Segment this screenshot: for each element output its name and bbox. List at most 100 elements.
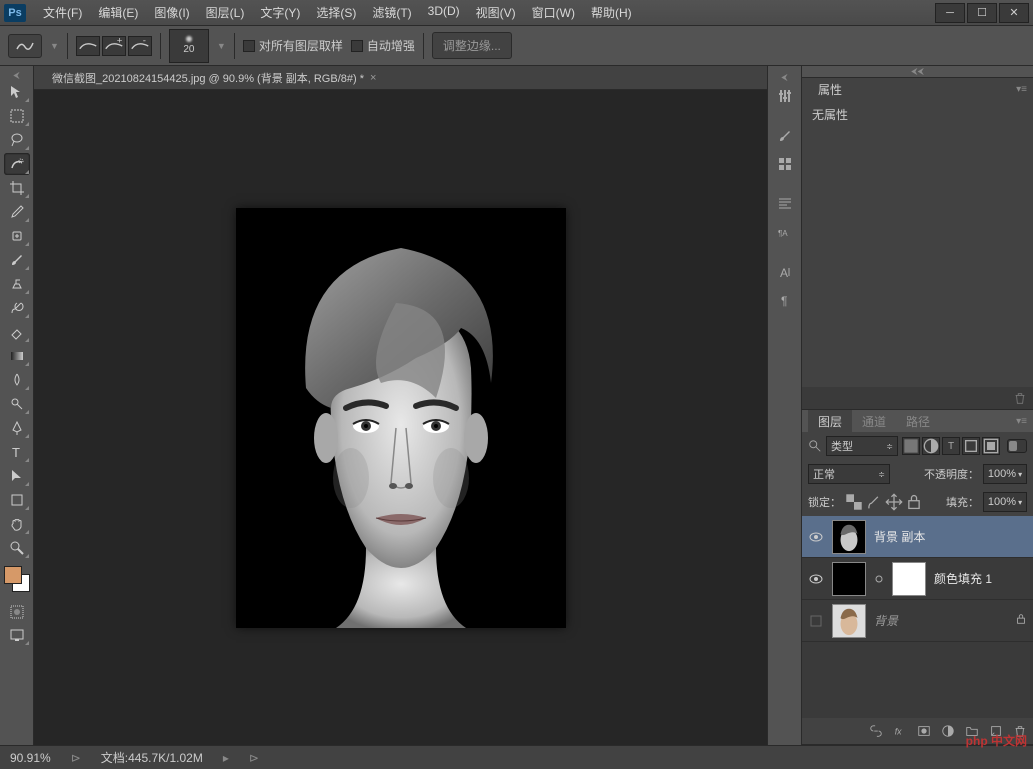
close-icon[interactable]: ×: [370, 72, 376, 84]
properties-tab[interactable]: 属性: [808, 78, 852, 101]
lock-image-icon[interactable]: [865, 493, 883, 511]
menu-select[interactable]: 选择(S): [309, 2, 363, 23]
move-tool[interactable]: [4, 81, 30, 103]
history-brush-tool[interactable]: [4, 297, 30, 319]
pen-tool[interactable]: [4, 417, 30, 439]
status-handle-icon[interactable]: ⊳: [71, 751, 81, 765]
adjustment-layer-icon[interactable]: [941, 724, 955, 738]
fill-input[interactable]: 100% ▾: [983, 492, 1027, 512]
canvas-document[interactable]: [236, 208, 566, 628]
close-button[interactable]: ✕: [999, 3, 1029, 23]
filter-kind-select[interactable]: 类型 ≑: [826, 436, 898, 456]
toolbox-collapse[interactable]: ⮜: [0, 70, 33, 80]
channels-tab[interactable]: 通道: [852, 410, 896, 433]
mask-thumbnail[interactable]: [892, 562, 926, 596]
minimize-button[interactable]: ─: [935, 3, 965, 23]
panel-menu-icon[interactable]: ▾≡: [1016, 84, 1027, 95]
zoom-tool[interactable]: [4, 537, 30, 559]
crop-tool[interactable]: [4, 177, 30, 199]
menu-layer[interactable]: 图层(L): [199, 2, 252, 23]
filter-pixel-icon[interactable]: [902, 437, 920, 455]
gradient-tool[interactable]: [4, 345, 30, 367]
shape-tool[interactable]: [4, 489, 30, 511]
layers-tab[interactable]: 图层: [808, 410, 852, 433]
brush-presets-panel-icon[interactable]: [772, 152, 798, 176]
blend-mode-select[interactable]: 正常 ≑: [808, 464, 890, 484]
clone-stamp-tool[interactable]: [4, 273, 30, 295]
auto-enhance-checkbox[interactable]: 自动增强: [351, 37, 415, 54]
tool-preset-picker[interactable]: [8, 34, 42, 58]
canvas-viewport[interactable]: [34, 90, 767, 745]
zoom-level[interactable]: 90.91%: [10, 751, 51, 765]
menu-image[interactable]: 图像(I): [147, 2, 196, 23]
panels-collapse[interactable]: ⮜⮜: [802, 66, 1033, 78]
refine-edge-button[interactable]: 调整边缘...: [432, 32, 512, 59]
brush-tool[interactable]: [4, 249, 30, 271]
blur-tool[interactable]: [4, 369, 30, 391]
new-selection-button[interactable]: [76, 36, 100, 56]
dropdown-icon[interactable]: ▼: [50, 41, 59, 51]
eyedropper-tool[interactable]: [4, 201, 30, 223]
status-handle-icon[interactable]: ▸: [223, 751, 229, 765]
lock-all-icon[interactable]: [905, 493, 923, 511]
status-handle-icon[interactable]: ⊳: [249, 751, 259, 765]
layer-thumbnail[interactable]: [832, 520, 866, 554]
foreground-color[interactable]: [4, 566, 22, 584]
eraser-tool[interactable]: [4, 321, 30, 343]
layer-row[interactable]: 背景 副本: [802, 516, 1033, 558]
lasso-tool[interactable]: [4, 129, 30, 151]
path-selection-tool[interactable]: [4, 465, 30, 487]
text-tool[interactable]: T: [4, 441, 30, 463]
menu-type[interactable]: 文字(Y): [253, 2, 307, 23]
adjustments-panel-icon[interactable]: [772, 84, 798, 108]
document-tab[interactable]: 微信截图_20210824154425.jpg @ 90.9% (背景 副本, …: [44, 66, 384, 90]
quick-selection-tool[interactable]: [4, 153, 30, 175]
lock-transparency-icon[interactable]: [845, 493, 863, 511]
menu-view[interactable]: 视图(V): [469, 2, 523, 23]
layer-thumbnail[interactable]: [832, 604, 866, 638]
filter-toggle[interactable]: [1007, 439, 1027, 453]
menu-3d[interactable]: 3D(D): [421, 2, 467, 23]
lock-position-icon[interactable]: [885, 493, 903, 511]
menu-help[interactable]: 帮助(H): [584, 2, 639, 23]
brush-size-picker[interactable]: 20: [169, 29, 209, 63]
sample-all-layers-checkbox[interactable]: 对所有图层取样: [243, 37, 343, 54]
maximize-button[interactable]: ☐: [967, 3, 997, 23]
filter-text-icon[interactable]: T: [942, 437, 960, 455]
visibility-toggle[interactable]: [808, 613, 824, 629]
menu-window[interactable]: 窗口(W): [525, 2, 582, 23]
paragraph-panel-icon[interactable]: [772, 192, 798, 216]
add-selection-button[interactable]: +: [102, 36, 126, 56]
layer-mask-icon[interactable]: [917, 724, 931, 738]
layer-row[interactable]: 背景: [802, 600, 1033, 642]
marquee-tool[interactable]: [4, 105, 30, 127]
opacity-input[interactable]: 100% ▾: [983, 464, 1027, 484]
character-panel-icon[interactable]: A: [772, 260, 798, 284]
character-styles-panel-icon[interactable]: ¶A: [772, 220, 798, 244]
dodge-tool[interactable]: [4, 393, 30, 415]
filter-adjustment-icon[interactable]: [922, 437, 940, 455]
link-layers-icon[interactable]: [869, 724, 883, 738]
subtract-selection-button[interactable]: -: [128, 36, 152, 56]
quick-mask-tool[interactable]: [4, 601, 30, 623]
paths-tab[interactable]: 路径: [896, 410, 940, 433]
brush-panel-icon[interactable]: [772, 124, 798, 148]
filter-smart-icon[interactable]: [982, 437, 1000, 455]
panel-menu-icon[interactable]: ▾≡: [1016, 416, 1027, 427]
healing-brush-tool[interactable]: [4, 225, 30, 247]
dropdown-icon[interactable]: ▼: [217, 41, 226, 51]
paragraph-styles-panel-icon[interactable]: ¶: [772, 288, 798, 312]
fill-thumbnail[interactable]: [832, 562, 866, 596]
screen-mode-tool[interactable]: [4, 624, 30, 646]
menu-filter[interactable]: 滤镜(T): [365, 2, 418, 23]
visibility-toggle[interactable]: [808, 571, 824, 587]
trash-icon[interactable]: [1013, 391, 1027, 405]
filter-shape-icon[interactable]: [962, 437, 980, 455]
hand-tool[interactable]: [4, 513, 30, 535]
layer-style-icon[interactable]: fx: [893, 724, 907, 738]
color-swatches[interactable]: [4, 566, 30, 592]
menu-file[interactable]: 文件(F): [36, 2, 89, 23]
layer-row[interactable]: 颜色填充 1: [802, 558, 1033, 600]
visibility-toggle[interactable]: [808, 529, 824, 545]
document-info[interactable]: 文档:445.7K/1.02M: [101, 749, 203, 766]
